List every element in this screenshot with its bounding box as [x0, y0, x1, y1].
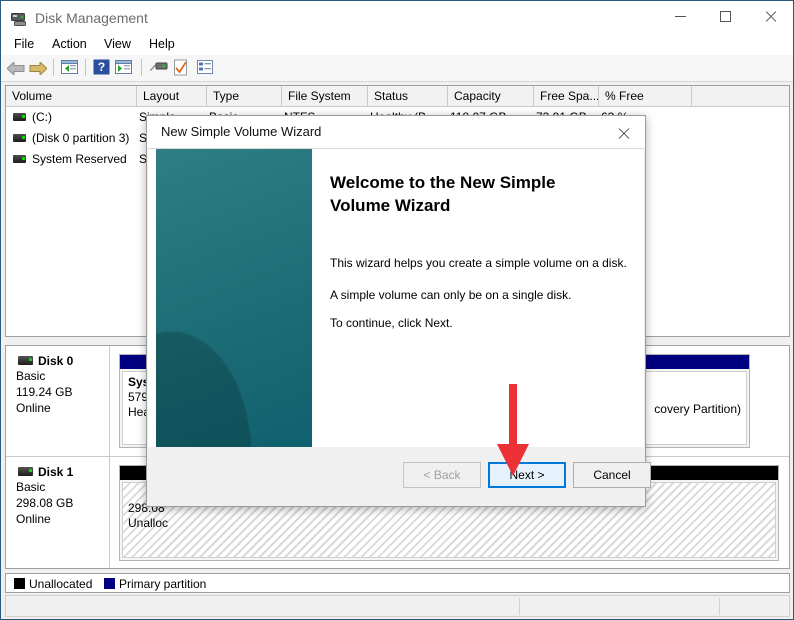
forward-button[interactable] [29, 59, 47, 77]
back-button[interactable]: < Back [403, 462, 481, 488]
cell-volume: (Disk 0 partition 3) [32, 131, 130, 145]
column-header-file-system[interactable]: File System [282, 86, 368, 107]
blue-question-mark-icon: ? [93, 59, 110, 75]
menu-view[interactable]: View [97, 36, 138, 53]
legend-label-unallocated: Unallocated [29, 577, 93, 591]
legend-bar: Unallocated Primary partition [5, 573, 790, 593]
back-button[interactable] [7, 59, 25, 77]
close-icon [764, 10, 777, 23]
dialog-button-bar: < Back Next > Cancel [148, 447, 651, 505]
drive-connect-icon [149, 62, 168, 71]
dialog-close-button[interactable] [609, 122, 637, 144]
minimize-button[interactable] [658, 1, 703, 31]
list-details-icon [197, 60, 213, 74]
window-green-left-arrow-icon [61, 60, 78, 74]
volume-icon [13, 134, 26, 142]
disk-state: Online [16, 401, 51, 415]
list-view-button[interactable] [197, 59, 215, 77]
disk-state: Online [16, 512, 51, 526]
title-bar: Disk Management [1, 1, 793, 37]
volume-icon [13, 113, 26, 121]
dialog-paragraph-1: This wizard helps you create a simple vo… [330, 256, 627, 270]
disk-header-1: Disk 1 Basic 298.08 GB Online [6, 457, 110, 568]
disk-management-window: Disk Management File Action View Help ? … [0, 0, 794, 620]
disk-size: 298.08 GB [16, 496, 74, 510]
new-simple-volume-wizard-dialog: New Simple Volume Wizard Welcome to the … [146, 115, 651, 507]
disk-type: Basic [16, 369, 46, 383]
menu-action[interactable]: Action [45, 36, 94, 53]
window-close-button[interactable] [748, 1, 793, 31]
close-icon [617, 127, 630, 140]
status-bar-separator-1 [519, 598, 520, 615]
dialog-paragraph-2: A simple volume can only be on a single … [330, 288, 572, 302]
dialog-body: Welcome to the New Simple Volume Wizard … [148, 148, 644, 474]
toolbar: ? [1, 55, 793, 82]
cancel-button[interactable]: Cancel [573, 462, 651, 488]
legend-swatch-unallocated [14, 578, 25, 589]
disk-icon [18, 356, 33, 365]
legend-label-primary-partition: Primary partition [119, 577, 207, 591]
column-header-status[interactable]: Status [368, 86, 448, 107]
cell-volume: (C:) [32, 110, 52, 124]
column-header-percent-free[interactable]: % Free [599, 86, 692, 107]
dialog-heading: Welcome to the New Simple Volume Wizard [330, 173, 556, 215]
maximize-icon [720, 10, 731, 22]
window-title: Disk Management [35, 10, 148, 26]
red-down-arrow-to-next-button [497, 384, 529, 476]
toolbar-separator-1 [53, 59, 54, 76]
legend-swatch-primary-partition [104, 578, 115, 589]
volume-icon [13, 155, 26, 163]
maximize-button[interactable] [703, 1, 748, 31]
help-button[interactable]: ? [93, 59, 111, 77]
column-header-blank[interactable] [692, 86, 789, 107]
menu-bar: File Action View Help [1, 33, 793, 55]
checkmark-document-icon [174, 59, 187, 76]
back-arrow-icon [7, 62, 25, 75]
column-header-volume[interactable]: Volume [6, 86, 137, 107]
wizard-banner-image [156, 149, 312, 471]
disk-header-0: Disk 0 Basic 119.24 GB Online [6, 346, 110, 456]
status-bar [5, 595, 790, 617]
status-bar-separator-2 [719, 598, 720, 615]
dialog-paragraph-3: To continue, click Next. [330, 316, 453, 330]
disk-management-icon [11, 11, 28, 26]
svg-text:?: ? [98, 60, 105, 74]
menu-file[interactable]: File [7, 36, 41, 53]
toolbar-separator-3 [141, 59, 142, 76]
disk-size: 119.24 GB [16, 385, 73, 399]
disk-icon [18, 467, 33, 476]
show-action-pane-button[interactable] [115, 59, 133, 77]
disk-type: Basic [16, 480, 46, 494]
dialog-title: New Simple Volume Wizard [161, 124, 322, 139]
column-header-type[interactable]: Type [207, 86, 282, 107]
window-green-play-icon [115, 60, 132, 74]
properties-button[interactable] [173, 59, 191, 77]
toolbar-separator-2 [85, 59, 86, 76]
menu-help[interactable]: Help [142, 36, 182, 53]
minimize-icon [675, 15, 686, 17]
dialog-title-bar: New Simple Volume Wizard [147, 116, 645, 148]
column-header-capacity[interactable]: Capacity [448, 86, 534, 107]
forward-arrow-icon [29, 62, 47, 75]
rescan-disks-button[interactable] [149, 59, 168, 77]
column-header-layout[interactable]: Layout [137, 86, 207, 107]
column-header-free-space[interactable]: Free Spa... [534, 86, 599, 107]
cell-volume: System Reserved [32, 152, 127, 166]
up-one-level-button[interactable] [61, 59, 79, 77]
partition-size: Unalloc [128, 516, 169, 530]
